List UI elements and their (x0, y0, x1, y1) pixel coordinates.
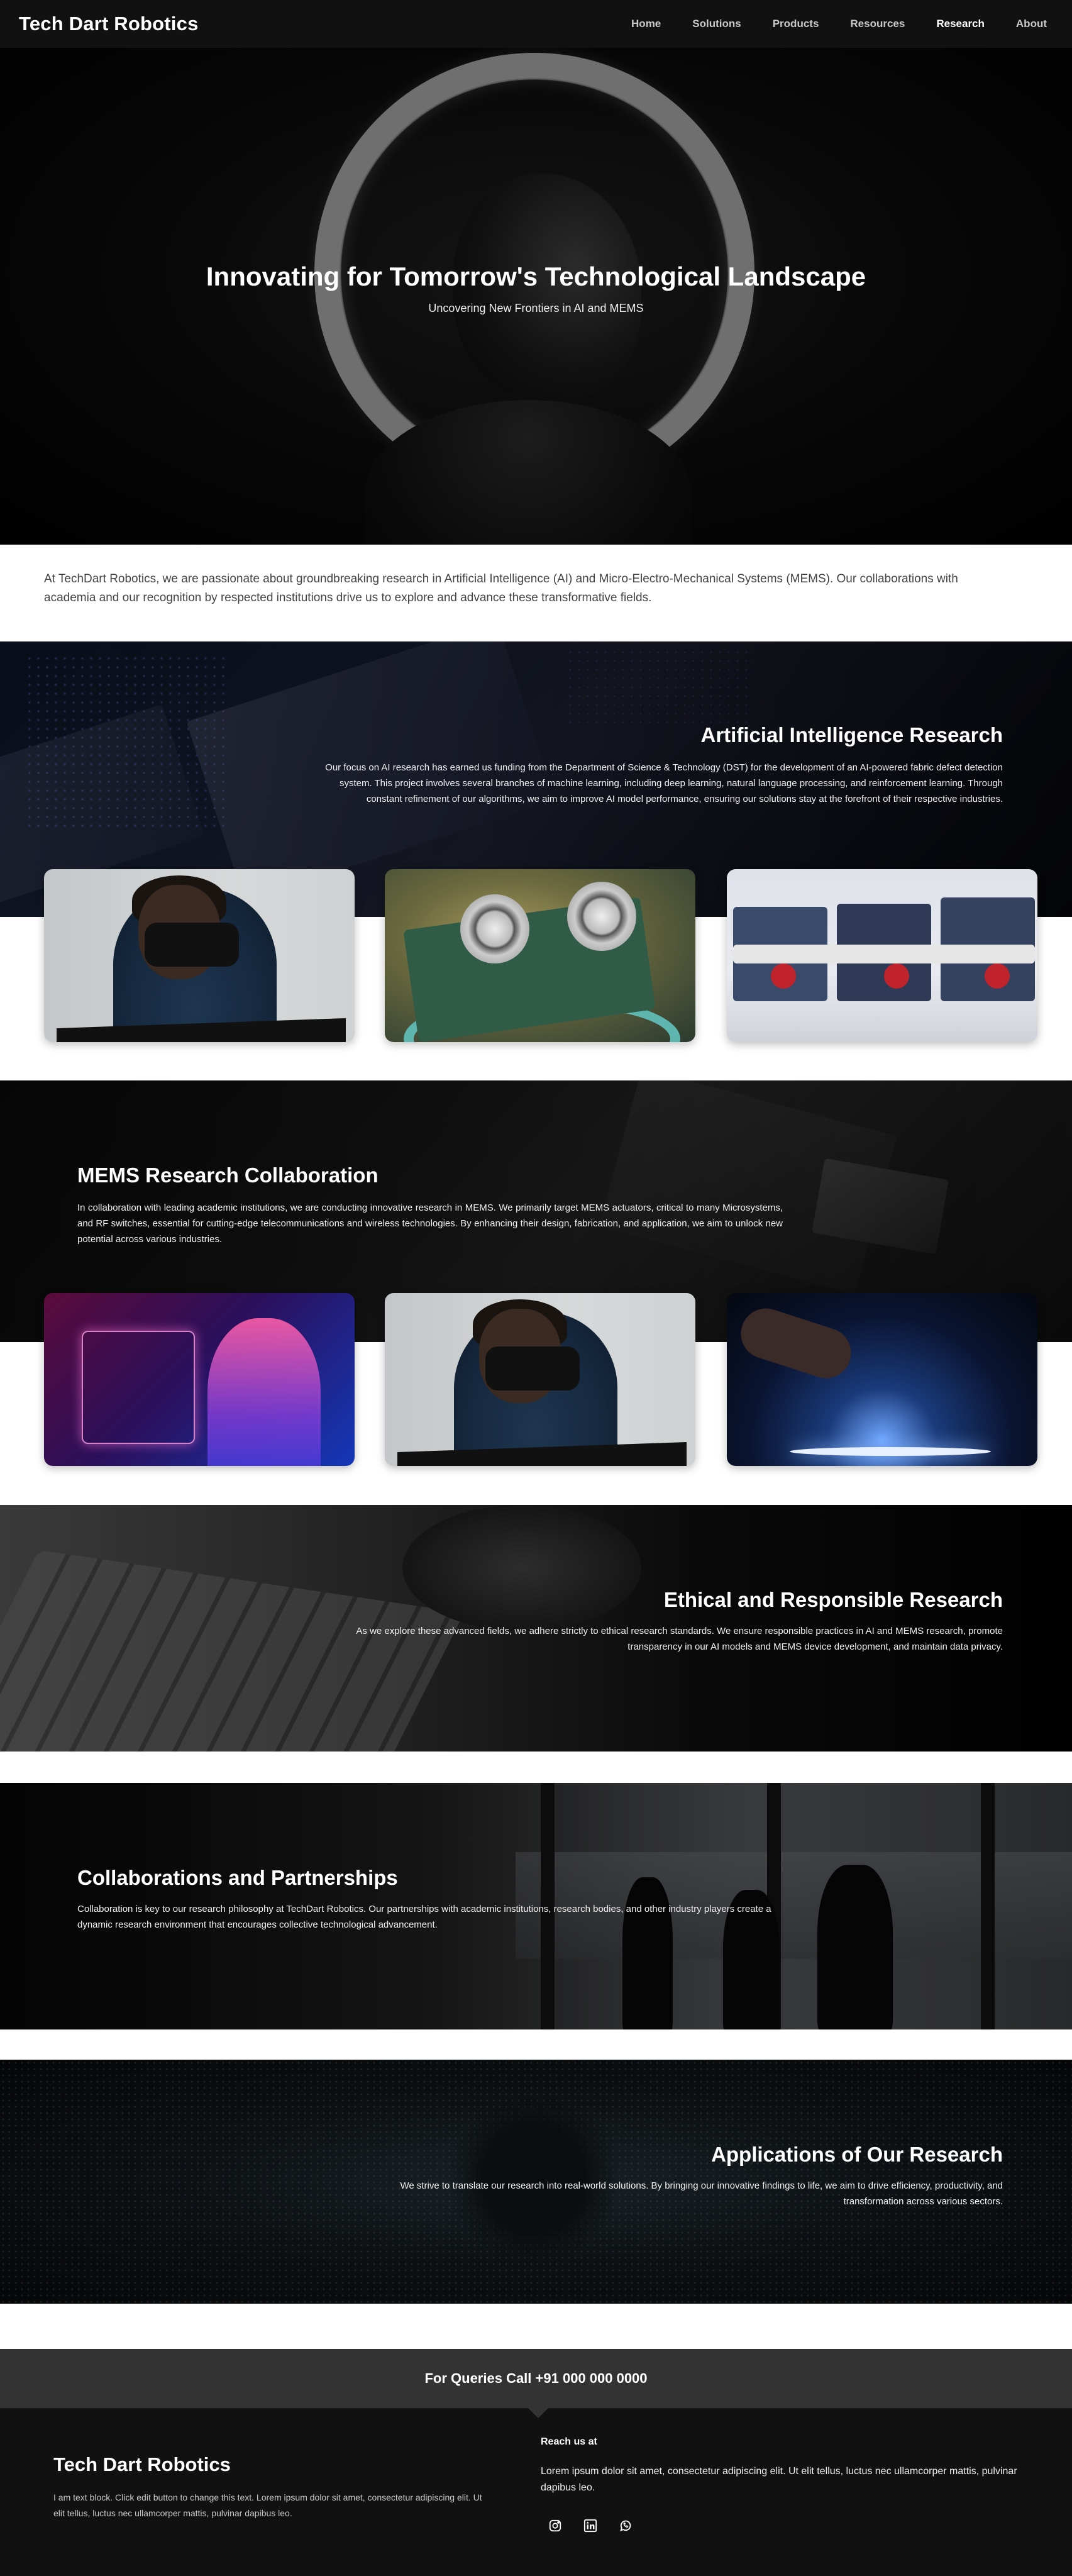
queries-bar-pointer (528, 2408, 548, 2418)
collaborations-section: Collaborations and Partnerships Collabor… (0, 1783, 1072, 2029)
mems-card-neon-vr (44, 1293, 355, 1466)
nav-item-products[interactable]: Products (757, 18, 835, 30)
ethics-title: Ethical and Responsible Research (663, 1588, 1003, 1611)
ai-card-robot-sensor (385, 869, 695, 1042)
nav-menu: Home Solutions Products Resources Resear… (616, 18, 1053, 30)
queries-call-bar[interactable]: For Queries Call +91 000 000 0000 (0, 2349, 1072, 2408)
ethics-body: As we explore these advanced fields, we … (356, 1626, 1003, 1652)
ethics-section: Ethical and Responsible Research As we e… (0, 1505, 1072, 1752)
nav-item-solutions[interactable]: Solutions (677, 18, 756, 30)
ai-research-body: Our focus on AI research has earned us f… (325, 762, 1003, 804)
nav-item-about[interactable]: About (1000, 18, 1053, 30)
mems-title: MEMS Research Collaboration (77, 1163, 379, 1187)
social-links (547, 2518, 634, 2534)
top-navbar: Tech Dart Robotics Home Solutions Produc… (0, 0, 1072, 48)
footer-brand: Tech Dart Robotics (53, 2453, 231, 2475)
ai-research-title: Artificial Intelligence Research (700, 723, 1003, 747)
nav-item-research[interactable]: Research (920, 18, 1000, 30)
hero-title: Innovating for Tomorrow's Technological … (206, 262, 866, 291)
reach-us-text: Lorem ipsum dolor sit amet, consectetur … (541, 2466, 1017, 2493)
ai-card-lego-robots (727, 869, 1037, 1042)
mems-body: In collaboration with leading academic i… (77, 1202, 783, 1245)
mems-card-tablet-network (727, 1293, 1037, 1466)
ai-card-vr-headset (44, 869, 355, 1042)
footer-text: I am text block. Click edit button to ch… (53, 2492, 482, 2518)
hero-subtitle: Uncovering New Frontiers in AI and MEMS (428, 302, 644, 314)
applications-section: Applications of Our Research We strive t… (0, 2060, 1072, 2304)
footer: Tech Dart Robotics I am text block. Clic… (0, 2408, 1072, 2576)
linkedin-icon[interactable] (582, 2518, 599, 2534)
vr-headset-image (145, 923, 239, 967)
brand-logo-text[interactable]: Tech Dart Robotics (19, 13, 199, 35)
instagram-icon[interactable] (547, 2518, 563, 2534)
applications-body: We strive to translate our research into… (400, 2180, 1003, 2207)
nav-item-home[interactable]: Home (616, 18, 677, 30)
reach-us-title: Reach us at (541, 2436, 597, 2447)
mems-card-vr-headset (385, 1293, 695, 1466)
whatsapp-icon[interactable] (617, 2518, 634, 2534)
collaborations-body: Collaboration is key to our research phi… (77, 1904, 771, 1930)
hero-section: Innovating for Tomorrow's Technological … (0, 48, 1072, 545)
nav-item-resources[interactable]: Resources (834, 18, 920, 30)
collaborations-title: Collaborations and Partnerships (77, 1866, 398, 1889)
applications-title: Applications of Our Research (711, 2143, 1003, 2166)
intro-paragraph: At TechDart Robotics, we are passionate … (44, 572, 958, 604)
